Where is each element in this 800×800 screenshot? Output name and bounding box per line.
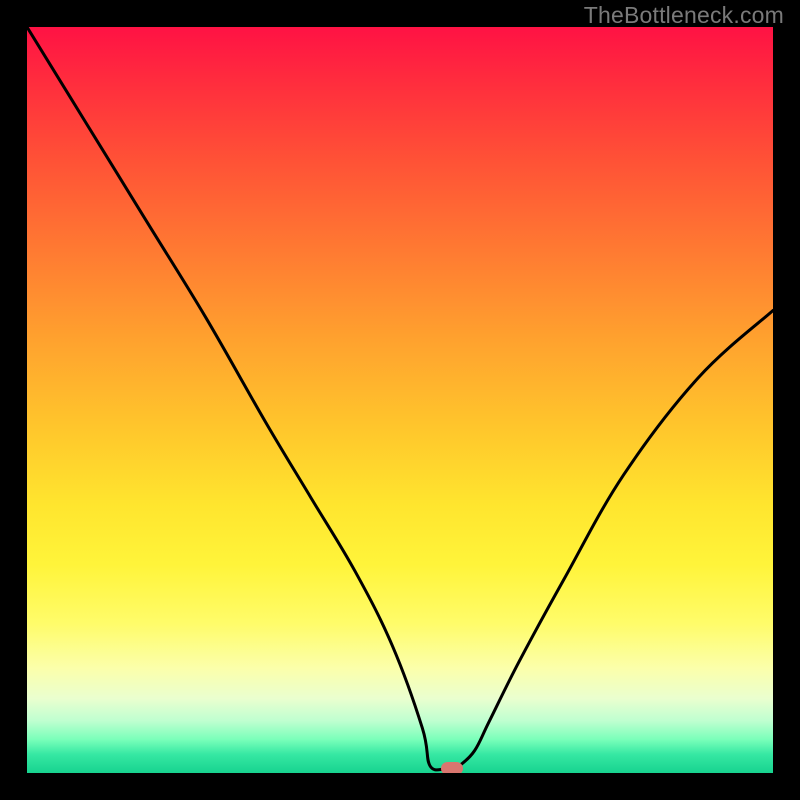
optimal-point-marker	[441, 762, 463, 773]
plot-area	[27, 27, 773, 773]
watermark-text: TheBottleneck.com	[584, 2, 784, 29]
curve-path	[27, 27, 773, 770]
chart-frame: TheBottleneck.com	[0, 0, 800, 800]
bottleneck-curve	[27, 27, 773, 773]
